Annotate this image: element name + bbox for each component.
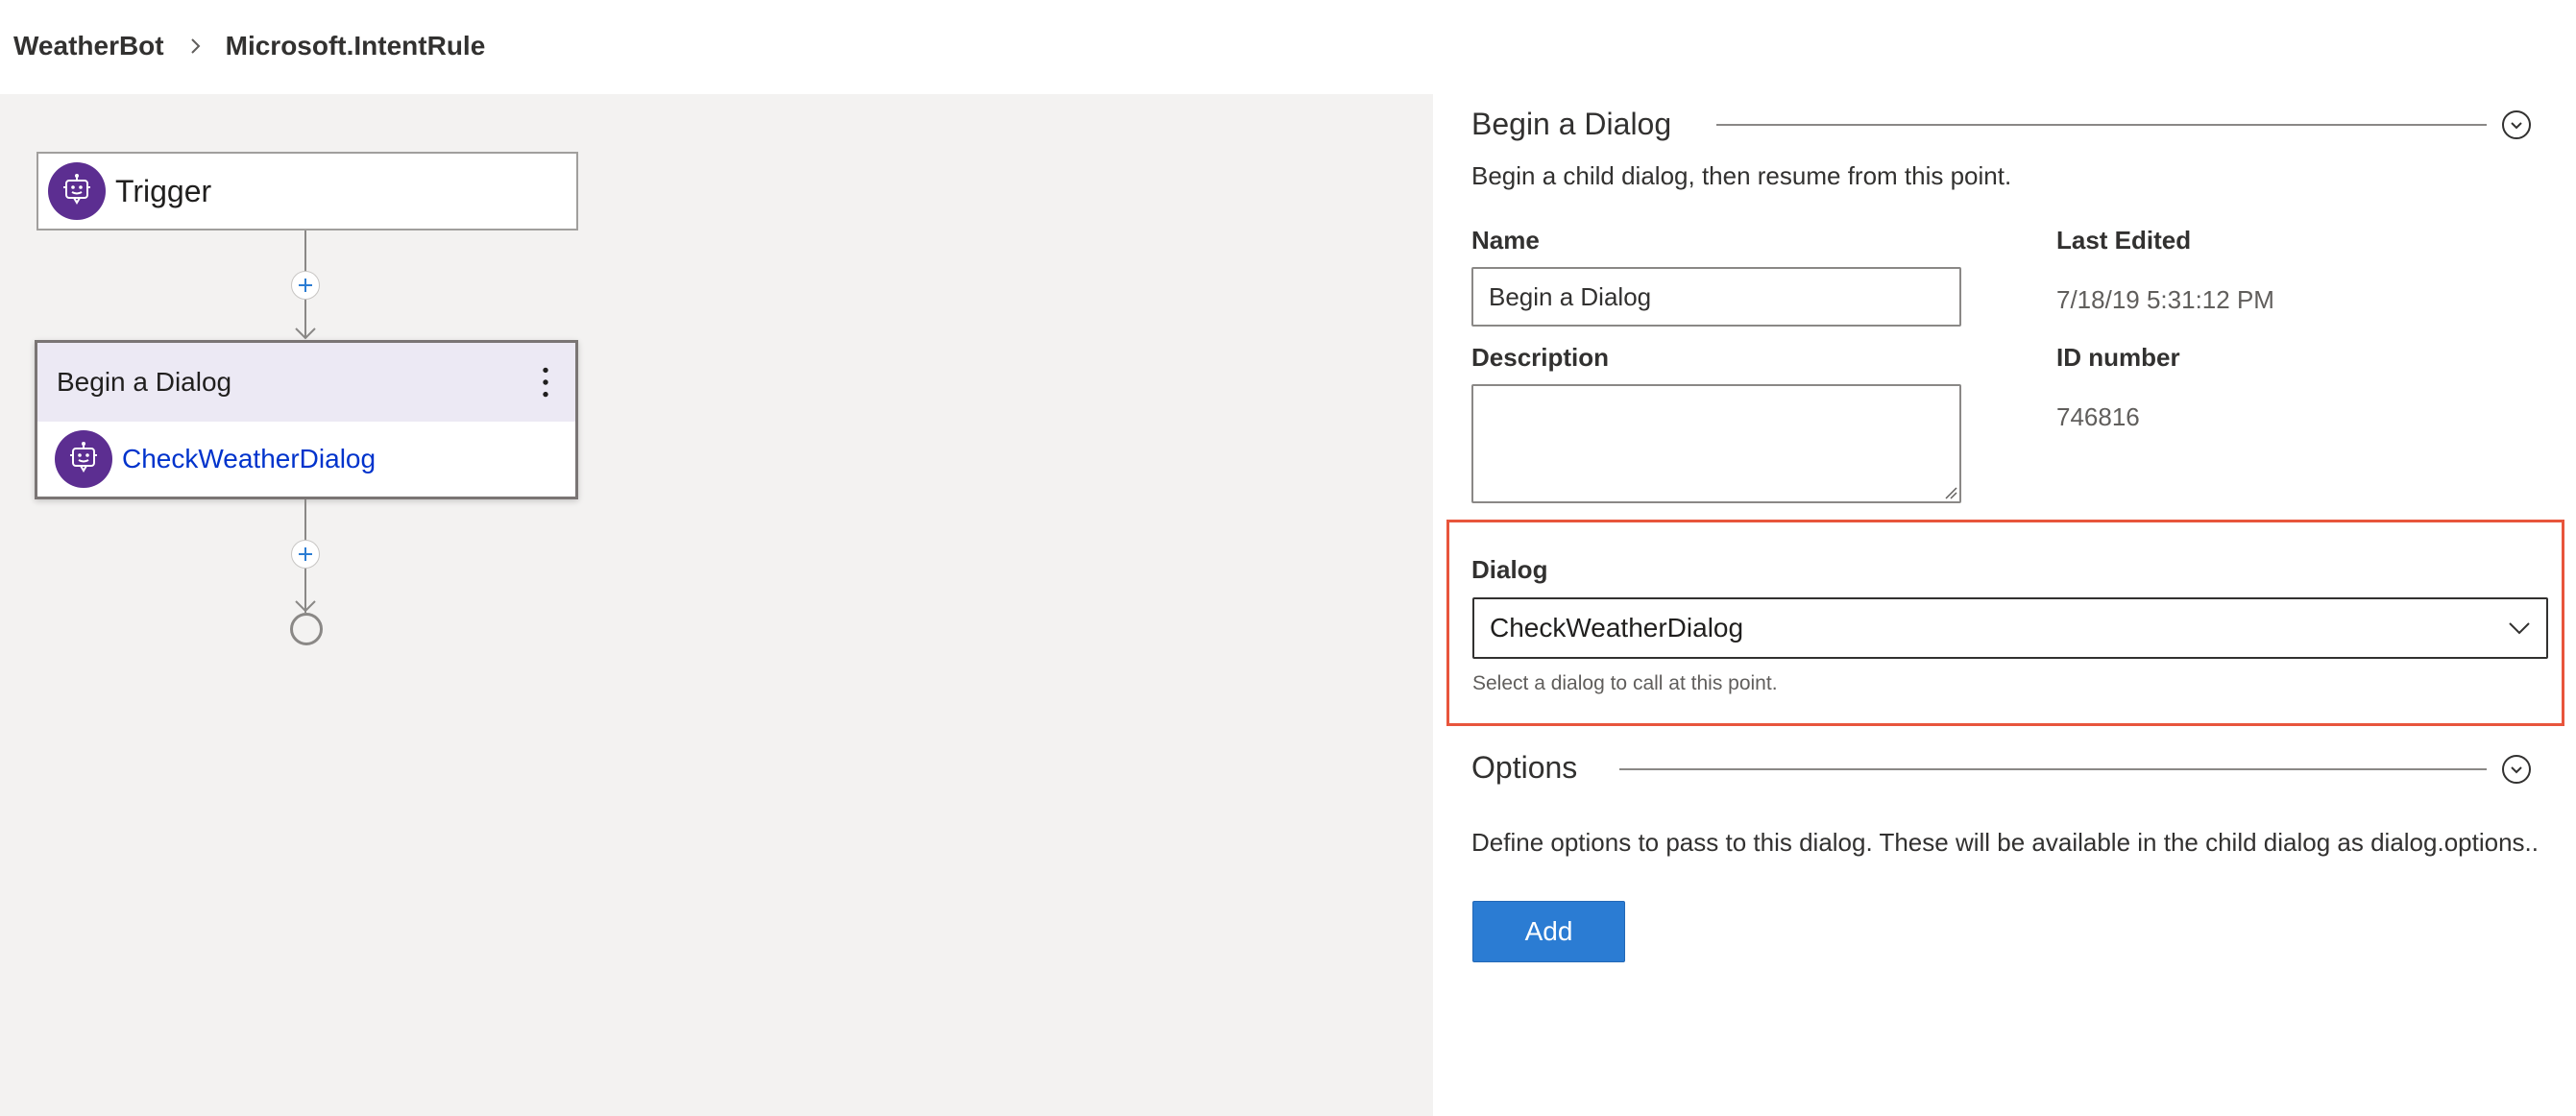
dialog-helper-text: Select a dialog to call at this point.	[1472, 672, 1778, 694]
section-title: Begin a Dialog	[1471, 107, 1672, 141]
add-step-button[interactable]	[291, 271, 320, 300]
flow-end-node	[290, 613, 323, 645]
flow-canvas[interactable]	[0, 94, 1433, 1116]
more-vertical-icon[interactable]	[531, 361, 560, 403]
options-title: Options	[1471, 750, 1578, 785]
plus-icon	[299, 279, 312, 292]
begin-dialog-node-header[interactable]: Begin a Dialog	[37, 343, 575, 422]
arrow-down-icon	[295, 600, 316, 613]
name-label: Name	[1471, 226, 1540, 255]
begin-dialog-node-title: Begin a Dialog	[57, 367, 232, 397]
trigger-node[interactable]: Trigger	[36, 152, 578, 230]
collapse-chevron-icon[interactable]	[2502, 755, 2531, 784]
section-divider	[1716, 124, 2487, 126]
breadcrumb: WeatherBot Microsoft.IntentRule	[13, 29, 485, 63]
begin-dialog-node-body: CheckWeatherDialog	[37, 422, 575, 497]
plus-icon	[299, 547, 312, 561]
options-description: Define options to pass to this dialog. T…	[1471, 828, 2539, 857]
bot-icon	[48, 162, 106, 220]
name-input[interactable]	[1471, 267, 1961, 327]
options-divider	[1619, 768, 2487, 770]
breadcrumb-item-bot[interactable]: WeatherBot	[13, 31, 164, 61]
dialog-link[interactable]: CheckWeatherDialog	[122, 444, 376, 474]
last-edited-value: 7/18/19 5:31:12 PM	[2056, 285, 2274, 314]
dialog-select[interactable]: CheckWeatherDialog	[1472, 597, 2548, 659]
chevron-right-icon	[178, 29, 212, 63]
arrow-down-icon	[295, 328, 316, 340]
description-textarea[interactable]	[1471, 384, 1961, 503]
breadcrumb-item-rule[interactable]: Microsoft.IntentRule	[226, 31, 486, 61]
chevron-down-icon	[2506, 615, 2533, 642]
id-number-label: ID number	[2056, 343, 2180, 372]
collapse-chevron-icon[interactable]	[2502, 110, 2531, 139]
dialog-label: Dialog	[1471, 555, 1548, 584]
resize-grip-icon[interactable]	[1942, 484, 1957, 499]
dialog-select-value: CheckWeatherDialog	[1490, 613, 1744, 643]
description-label: Description	[1471, 343, 1610, 372]
add-step-button[interactable]	[291, 540, 320, 569]
section-description: Begin a child dialog, then resume from t…	[1471, 161, 2012, 190]
last-edited-label: Last Edited	[2056, 226, 2192, 255]
trigger-node-label: Trigger	[115, 173, 212, 208]
bot-icon	[55, 430, 112, 488]
id-number-value: 746816	[2056, 402, 2140, 431]
add-option-button[interactable]: Add	[1472, 901, 1625, 962]
header-bar: WeatherBot Microsoft.IntentRule	[0, 0, 2576, 94]
begin-dialog-node[interactable]: Begin a Dialog CheckWeatherDialog	[35, 340, 578, 499]
